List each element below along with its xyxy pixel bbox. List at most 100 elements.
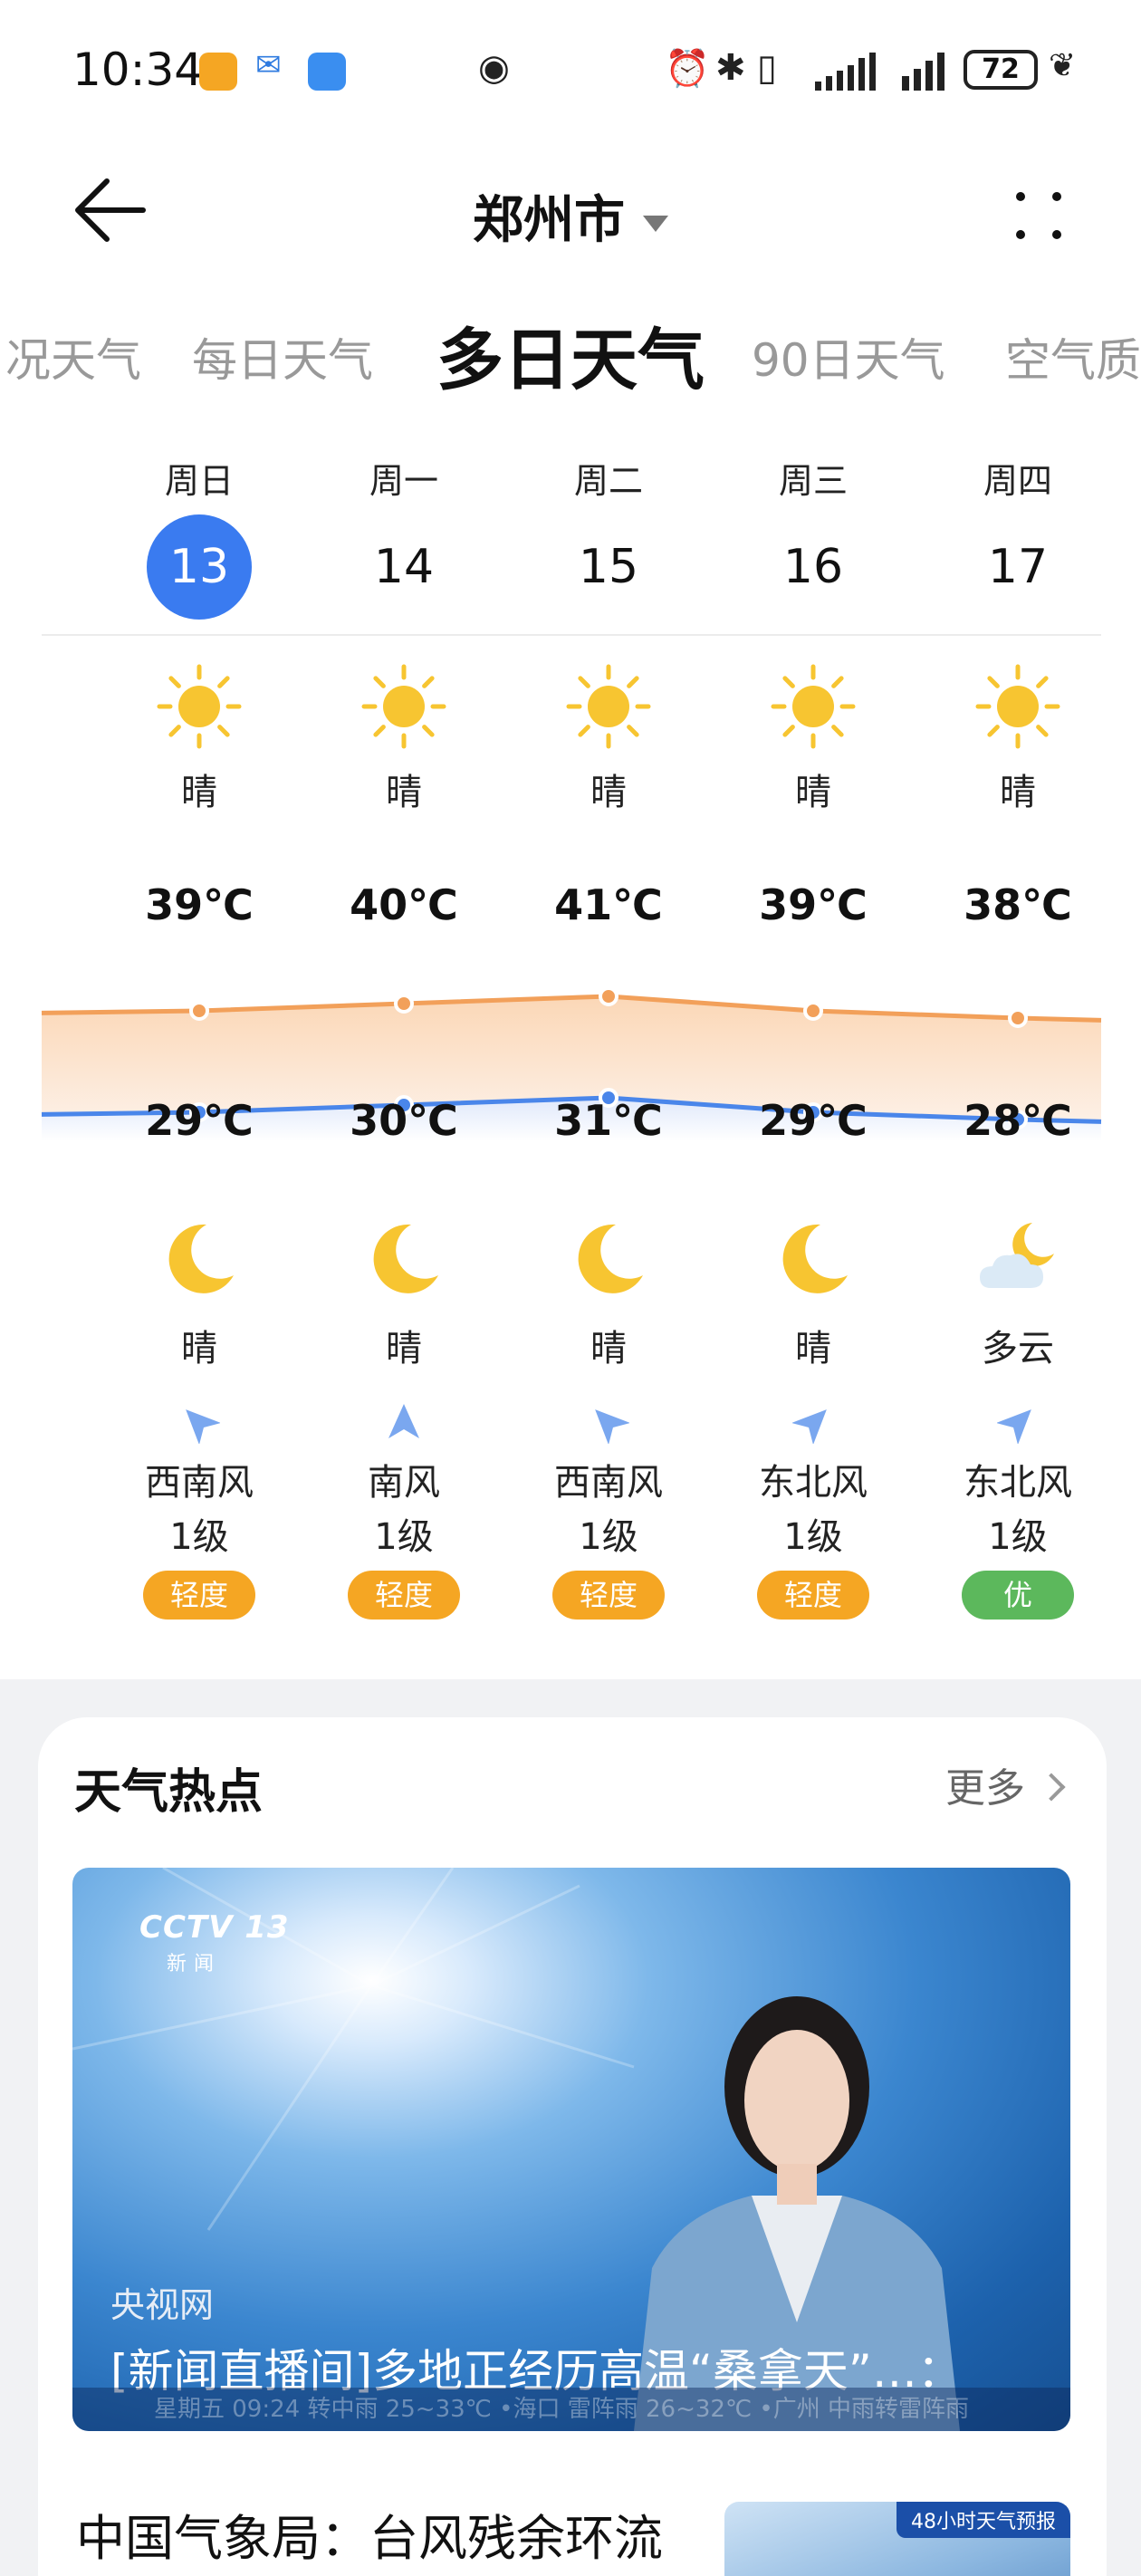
news-item-title[interactable]: 中国气象局：台风残余环流 bbox=[76, 2498, 663, 2570]
alarm-icon: ⏰ bbox=[665, 48, 710, 90]
chevron-right-icon bbox=[1037, 1773, 1066, 1802]
sun-icon bbox=[361, 664, 446, 749]
tab-current-weather[interactable]: 况天气 bbox=[5, 324, 141, 389]
wind-level: 1级 bbox=[783, 1516, 843, 1558]
cctv-logo-sub: 新闻 bbox=[167, 1953, 222, 1975]
high-temp: 38℃ bbox=[964, 880, 1072, 929]
wind-level: 1级 bbox=[169, 1516, 229, 1558]
status-time: 10:34 bbox=[72, 43, 204, 96]
more-link[interactable]: 更多 bbox=[945, 1755, 1066, 1813]
day-condition: 晴 bbox=[590, 772, 627, 813]
wind-direction-icon bbox=[792, 1409, 827, 1444]
divider bbox=[42, 634, 1101, 636]
weekday-label: 周四 bbox=[983, 461, 1052, 501]
night-condition: 多云 bbox=[982, 1328, 1054, 1370]
wind-direction-icon bbox=[186, 1409, 220, 1444]
city-selector[interactable]: 郑州市 bbox=[0, 179, 1141, 253]
weekday-label: 周一 bbox=[369, 461, 438, 501]
weather-hot-card: 天气热点 更多 CCTV 13 新闻 央视网 [新闻直播间]多地正经历高温“桑拿… bbox=[38, 1717, 1107, 2576]
sun-icon bbox=[975, 664, 1060, 749]
signal-icon-2 bbox=[902, 53, 944, 91]
news-item-badge: 48小时天气预报 bbox=[896, 2502, 1070, 2538]
status-bar: 10:34 ✉ ◉ ⏰ ✱ ▯ 72 ❦ bbox=[0, 0, 1141, 145]
section-title: 天气热点 bbox=[74, 1765, 264, 1820]
wind-direction: 东北风 bbox=[964, 1462, 1072, 1504]
night-condition: 晴 bbox=[590, 1328, 627, 1370]
tab-bar: 况天气 每日天气 多日天气 90日天气 空气质 bbox=[0, 299, 1141, 408]
dot-icon bbox=[1052, 192, 1061, 201]
wind-direction: 西南风 bbox=[145, 1462, 254, 1504]
tab-air-quality[interactable]: 空气质 bbox=[1005, 324, 1141, 389]
night-condition: 晴 bbox=[181, 1328, 217, 1370]
high-temp-point bbox=[1008, 1008, 1028, 1028]
wind-direction: 南风 bbox=[368, 1462, 440, 1504]
vibrate-icon: ▯ bbox=[757, 47, 778, 89]
bluetooth-icon: ✱ bbox=[715, 47, 746, 89]
wind-level: 1级 bbox=[374, 1516, 434, 1558]
dot-icon bbox=[1052, 230, 1061, 239]
moon-cloud-icon bbox=[980, 1223, 1054, 1288]
low-temp: 29℃ bbox=[759, 1096, 868, 1145]
more-menu-button[interactable] bbox=[987, 172, 1087, 254]
high-temp: 39℃ bbox=[759, 880, 868, 929]
date-15[interactable]: 15 bbox=[556, 514, 661, 620]
high-temp-point bbox=[394, 994, 414, 1014]
high-temp-point bbox=[189, 1001, 209, 1021]
weekday-label: 周二 bbox=[573, 461, 643, 501]
high-temp-point bbox=[599, 986, 618, 1006]
news-video-card[interactable]: CCTV 13 新闻 央视网 [新闻直播间]多地正经历高温“桑拿天”…： 星期五… bbox=[72, 1868, 1070, 2431]
wifi-app-icon bbox=[308, 53, 346, 91]
city-name: 郑州市 bbox=[473, 191, 625, 250]
low-temp: 28℃ bbox=[964, 1096, 1072, 1145]
signal-icon bbox=[815, 53, 876, 91]
video-source: 央视网 bbox=[110, 2285, 215, 2325]
high-temp: 41℃ bbox=[554, 880, 663, 929]
sun-icon bbox=[157, 664, 242, 749]
night-condition: 晴 bbox=[386, 1328, 422, 1370]
news-item-thumbnail[interactable]: 48小时天气预报 bbox=[724, 2502, 1070, 2576]
wind-direction: 东北风 bbox=[759, 1462, 868, 1504]
notification-app-icon bbox=[199, 53, 237, 91]
battery-icon: 72 bbox=[964, 50, 1038, 90]
tab-daily-weather[interactable]: 每日天气 bbox=[192, 324, 373, 389]
day-condition: 晴 bbox=[181, 772, 217, 813]
day-condition: 晴 bbox=[386, 772, 422, 813]
date-14[interactable]: 14 bbox=[351, 514, 456, 620]
aqi-badge: 轻度 bbox=[757, 1571, 869, 1620]
moon-icon bbox=[373, 1224, 438, 1293]
tab-90-day-weather[interactable]: 90日天气 bbox=[752, 324, 945, 389]
chevron-down-icon bbox=[643, 215, 668, 232]
date-17[interactable]: 17 bbox=[965, 514, 1070, 620]
high-temp-point bbox=[803, 1001, 823, 1021]
high-temp: 39℃ bbox=[145, 880, 254, 929]
weekday-label: 周三 bbox=[778, 461, 848, 501]
data-saver-icon: ◉ bbox=[478, 47, 510, 89]
wind-level: 1级 bbox=[988, 1516, 1048, 1558]
wind-level: 1级 bbox=[579, 1516, 638, 1558]
leaf-icon: ❦ bbox=[1049, 47, 1077, 84]
wind-direction-icon bbox=[595, 1409, 629, 1444]
header: 郑州市 bbox=[0, 163, 1141, 263]
weekday-label: 周日 bbox=[164, 461, 234, 501]
cctv-logo: CCTV 13 bbox=[139, 1909, 290, 1946]
sun-icon bbox=[771, 664, 856, 749]
day-condition: 晴 bbox=[1000, 772, 1036, 813]
aqi-badge: 优 bbox=[962, 1571, 1074, 1620]
news-ticker: 星期五 09:24 转中雨 25~33℃ •海口 雷阵雨 26~32℃ •广州 … bbox=[72, 2388, 1070, 2431]
moon-icon bbox=[782, 1224, 848, 1293]
wind-direction: 西南风 bbox=[554, 1462, 663, 1504]
date-16[interactable]: 16 bbox=[761, 514, 866, 620]
more-label: 更多 bbox=[945, 1765, 1025, 1812]
tab-multi-day-weather[interactable]: 多日天气 bbox=[436, 306, 705, 403]
chat-bubble-icon: ✉ bbox=[255, 47, 282, 83]
low-temp: 31℃ bbox=[554, 1096, 663, 1145]
aqi-badge: 轻度 bbox=[348, 1571, 460, 1620]
date-13[interactable]: 13 bbox=[147, 514, 252, 620]
wind-direction-icon bbox=[997, 1409, 1031, 1444]
dot-icon bbox=[1016, 192, 1025, 201]
moon-icon bbox=[578, 1224, 643, 1293]
aqi-badge: 轻度 bbox=[143, 1571, 255, 1620]
aqi-badge: 轻度 bbox=[552, 1571, 665, 1620]
day-condition: 晴 bbox=[795, 772, 831, 813]
sun-icon bbox=[566, 664, 651, 749]
